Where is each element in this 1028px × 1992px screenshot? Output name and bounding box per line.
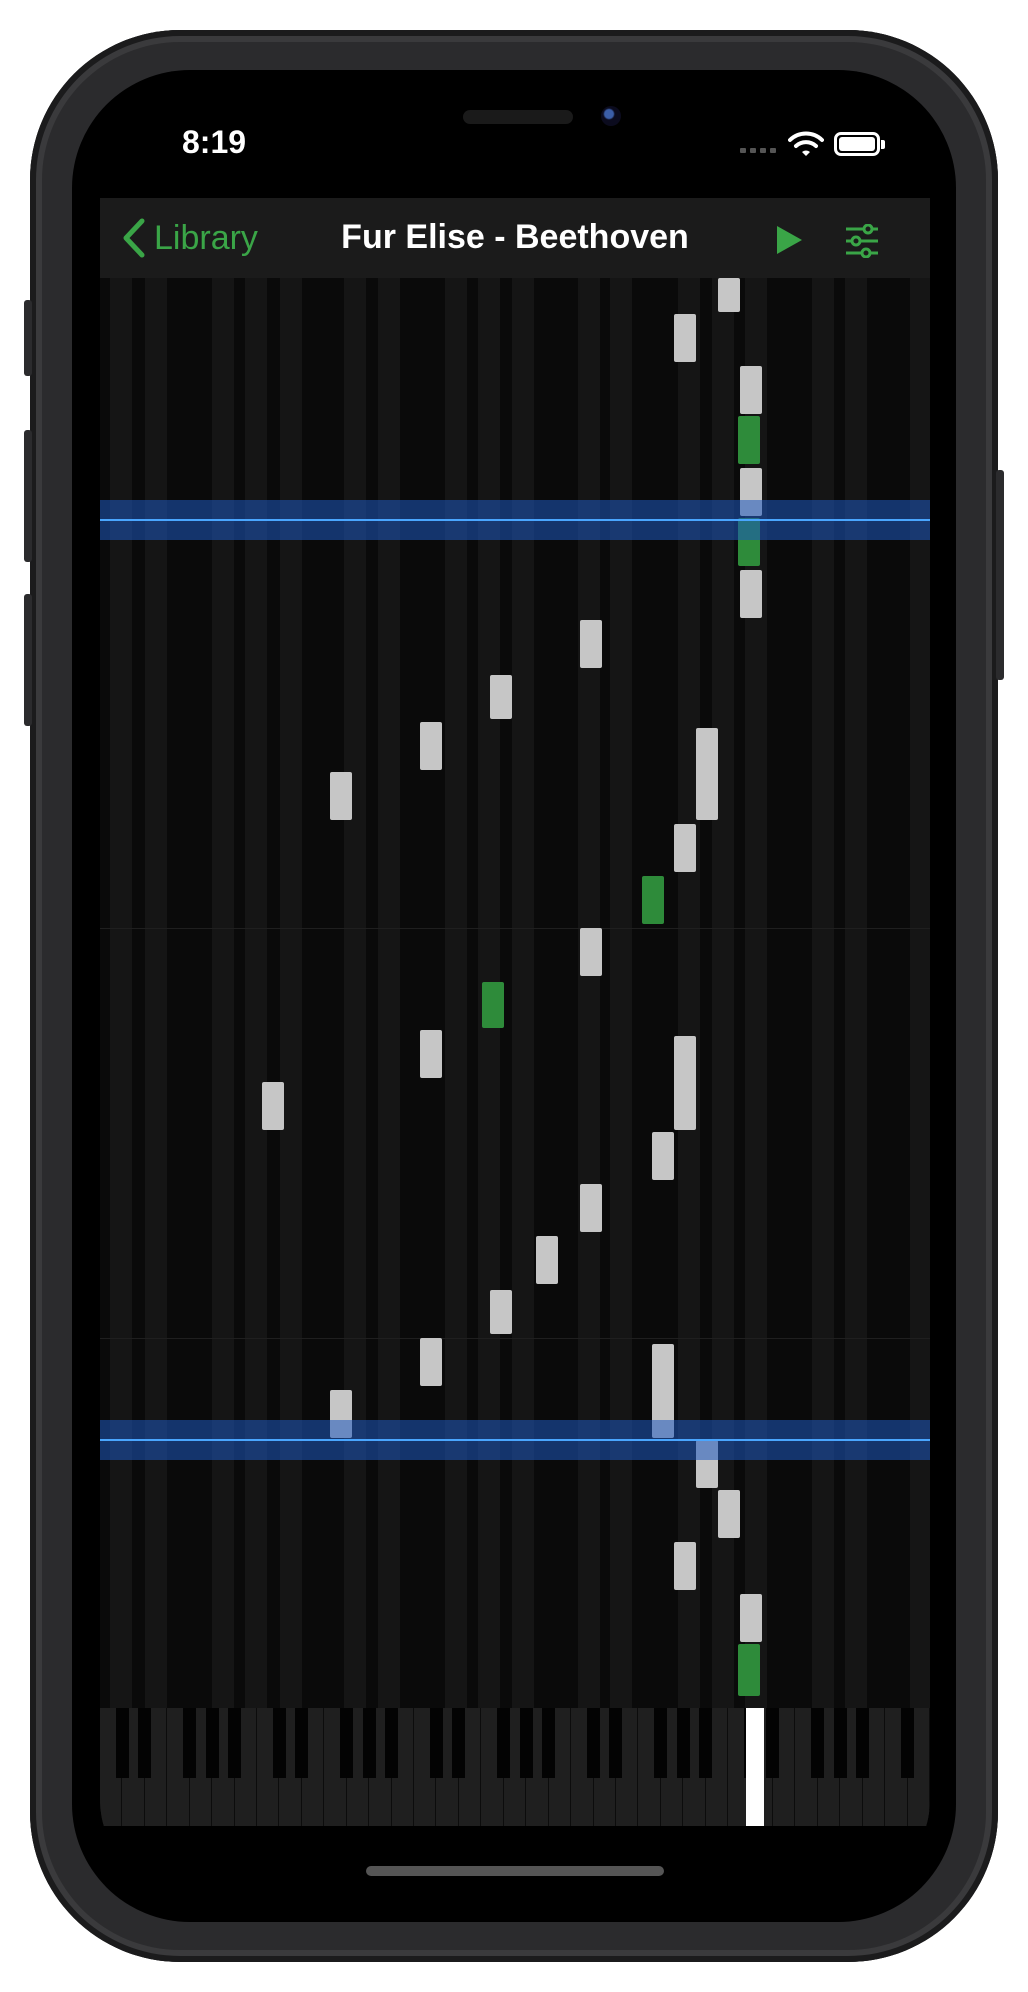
note bbox=[674, 1542, 696, 1590]
black-key[interactable] bbox=[497, 1708, 511, 1778]
black-key-lane bbox=[445, 278, 467, 1708]
black-key[interactable] bbox=[519, 1708, 533, 1778]
black-key[interactable] bbox=[138, 1708, 152, 1778]
play-icon[interactable] bbox=[774, 224, 804, 256]
black-key[interactable] bbox=[587, 1708, 600, 1778]
note bbox=[536, 1236, 558, 1284]
active-key-highlight bbox=[746, 1708, 764, 1826]
note bbox=[718, 278, 740, 312]
note bbox=[652, 1132, 674, 1180]
note bbox=[740, 366, 762, 414]
black-key[interactable] bbox=[811, 1708, 825, 1778]
black-key[interactable] bbox=[833, 1708, 847, 1778]
black-key-lane bbox=[910, 278, 930, 1708]
power-button bbox=[996, 470, 1004, 680]
black-key[interactable] bbox=[901, 1708, 915, 1778]
bar-line bbox=[100, 928, 930, 929]
note bbox=[718, 1490, 740, 1538]
note bbox=[490, 675, 512, 719]
black-key[interactable] bbox=[429, 1708, 443, 1778]
sliders-icon[interactable] bbox=[844, 224, 880, 258]
black-key-lane bbox=[280, 278, 302, 1708]
earpiece-speaker bbox=[463, 110, 573, 124]
black-key-lane bbox=[512, 278, 534, 1708]
black-key-lane bbox=[212, 278, 234, 1708]
played-note bbox=[642, 876, 664, 924]
black-key[interactable] bbox=[766, 1708, 780, 1778]
black-key[interactable] bbox=[609, 1708, 623, 1778]
back-button[interactable]: Library bbox=[122, 218, 258, 258]
navigation-bar: Library Fur Elise - Beethoven bbox=[100, 198, 930, 278]
cellular-signal-icon bbox=[740, 148, 776, 153]
note bbox=[674, 1036, 696, 1130]
black-key[interactable] bbox=[654, 1708, 668, 1778]
black-key-lane bbox=[678, 278, 700, 1708]
black-key-lane bbox=[378, 278, 400, 1708]
piano-roll[interactable] bbox=[100, 278, 930, 1708]
note bbox=[420, 1030, 442, 1078]
loop-end-line bbox=[100, 1439, 930, 1441]
loop-start-line bbox=[100, 519, 930, 521]
notch bbox=[283, 100, 745, 166]
played-note bbox=[738, 1644, 760, 1696]
black-key[interactable] bbox=[676, 1708, 690, 1778]
chevron-left-icon bbox=[123, 218, 145, 258]
black-key[interactable] bbox=[362, 1708, 376, 1778]
black-key[interactable] bbox=[542, 1708, 556, 1778]
note bbox=[740, 1594, 762, 1642]
black-key[interactable] bbox=[856, 1708, 870, 1778]
black-key[interactable] bbox=[272, 1708, 286, 1778]
note bbox=[262, 1082, 284, 1130]
black-key[interactable] bbox=[340, 1708, 354, 1778]
home-indicator[interactable] bbox=[366, 1866, 664, 1876]
black-key-lane bbox=[578, 278, 600, 1708]
note bbox=[490, 1290, 512, 1334]
black-key[interactable] bbox=[115, 1708, 129, 1778]
front-camera bbox=[601, 106, 621, 126]
black-key-lane bbox=[245, 278, 267, 1708]
status-time: 8:19 bbox=[182, 124, 247, 160]
black-key[interactable] bbox=[228, 1708, 242, 1778]
back-label: Library bbox=[154, 218, 258, 257]
wifi-icon bbox=[788, 131, 824, 156]
black-key-lane bbox=[110, 278, 132, 1708]
black-key[interactable] bbox=[452, 1708, 466, 1778]
note bbox=[674, 314, 696, 362]
black-key-lane bbox=[610, 278, 632, 1708]
volume-down-button bbox=[24, 594, 32, 726]
note bbox=[696, 728, 718, 820]
silent-switch bbox=[24, 300, 32, 376]
black-key[interactable] bbox=[699, 1708, 713, 1778]
black-key-lane bbox=[145, 278, 167, 1708]
black-key[interactable] bbox=[295, 1708, 309, 1778]
bar-line bbox=[100, 1338, 930, 1339]
black-key-lane bbox=[845, 278, 867, 1708]
app-screen: 8:19 Library Fur Elise - Beethoven bbox=[100, 100, 930, 1890]
played-note bbox=[738, 416, 760, 464]
black-key[interactable] bbox=[385, 1708, 399, 1778]
note bbox=[420, 722, 442, 770]
note bbox=[580, 620, 602, 668]
note bbox=[420, 1338, 442, 1386]
note bbox=[580, 1184, 602, 1232]
piano-keyboard[interactable] bbox=[100, 1708, 930, 1826]
played-note bbox=[482, 982, 504, 1028]
note bbox=[674, 824, 696, 872]
black-key[interactable] bbox=[183, 1708, 197, 1778]
note bbox=[740, 570, 762, 618]
black-key-lane bbox=[344, 278, 366, 1708]
volume-up-button bbox=[24, 430, 32, 562]
black-key[interactable] bbox=[205, 1708, 219, 1778]
black-key-lane bbox=[812, 278, 834, 1708]
note bbox=[330, 772, 352, 820]
note bbox=[580, 928, 602, 976]
battery-icon bbox=[834, 132, 885, 156]
